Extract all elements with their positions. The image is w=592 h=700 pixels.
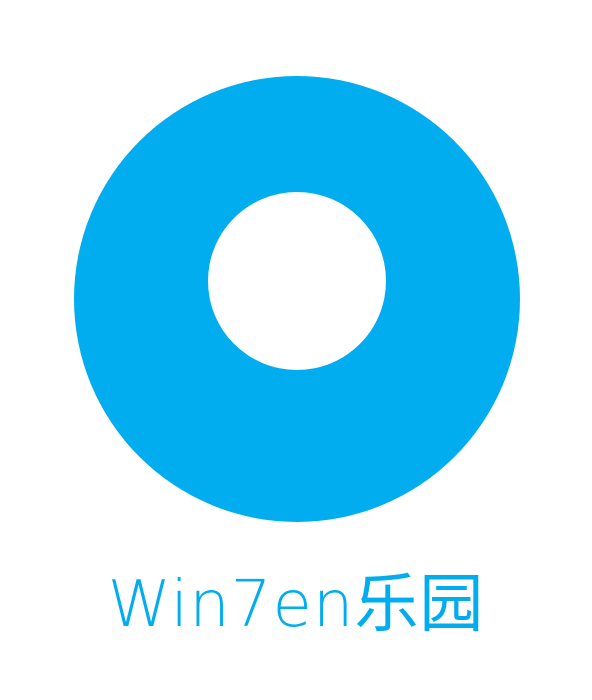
ring-logo-icon — [74, 76, 520, 522]
brand-wordmark: Win7en乐园 — [107, 568, 485, 642]
ring-logo-hole — [208, 192, 386, 370]
brand-logo: Win7en乐园 — [0, 0, 592, 700]
